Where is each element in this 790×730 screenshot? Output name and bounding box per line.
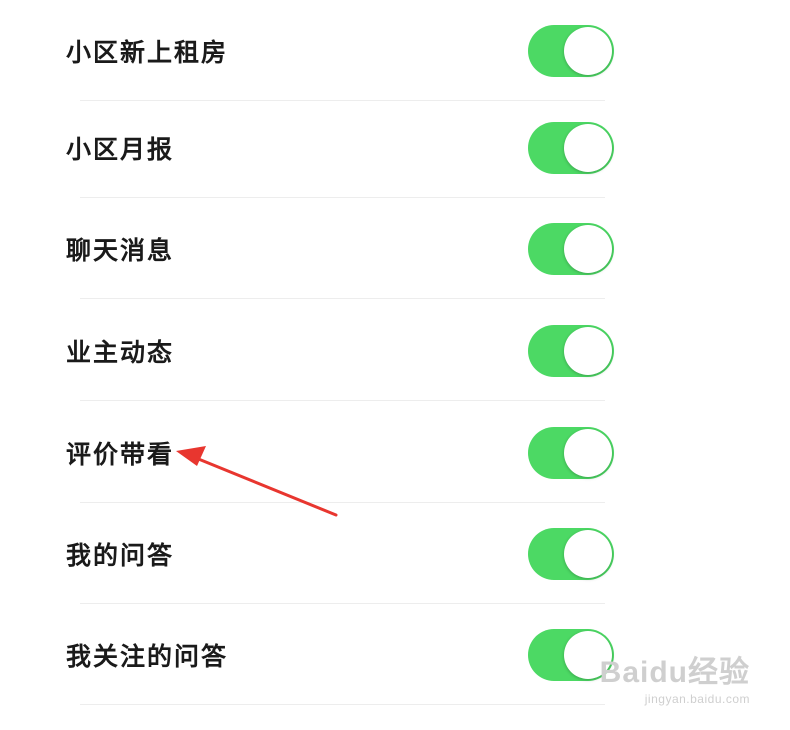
toggle-switch[interactable] (528, 24, 614, 77)
watermark-url: jingyan.baidu.com (644, 692, 750, 706)
toggle-switch[interactable] (528, 121, 614, 174)
watermark-brand: Baidu经验 (599, 656, 750, 689)
setting-label: 小区新上租房 (66, 37, 229, 67)
row-divider (80, 298, 605, 299)
toggle-knob (564, 428, 612, 477)
toggle-knob (564, 224, 612, 273)
baidu-jingyan-watermark: Baidu经验 jingyan.baidu.com (599, 656, 750, 707)
setting-row-pingjia-daikan: 评价带看 (0, 402, 790, 503)
setting-label: 业主动态 (66, 337, 175, 367)
toggle-switch[interactable] (528, 527, 614, 580)
setting-row-xiaoqu-yuebao: 小区月报 (0, 97, 790, 198)
toggle-knob (564, 123, 612, 172)
setting-label: 我的问答 (66, 540, 175, 570)
setting-label: 我关注的问答 (66, 641, 229, 671)
row-divider (80, 400, 605, 401)
toggle-knob (564, 326, 612, 375)
toggle-switch[interactable] (528, 426, 614, 479)
setting-row-wode-wenda: 我的问答 (0, 503, 790, 604)
toggle-knob (564, 529, 612, 578)
setting-row-liaotian-xiaoxi: 聊天消息 (0, 198, 790, 299)
row-divider (80, 704, 605, 705)
setting-label: 小区月报 (66, 134, 175, 164)
setting-label: 评价带看 (66, 439, 175, 469)
setting-row-xiaoqu-xinshang-zufang: 小区新上租房 (0, 0, 790, 101)
toggle-switch[interactable] (528, 324, 614, 377)
toggle-knob (564, 26, 612, 75)
setting-row-yezhu-dongtai: 业主动态 (0, 300, 790, 401)
setting-label: 聊天消息 (66, 235, 175, 265)
toggle-switch[interactable] (528, 222, 614, 275)
